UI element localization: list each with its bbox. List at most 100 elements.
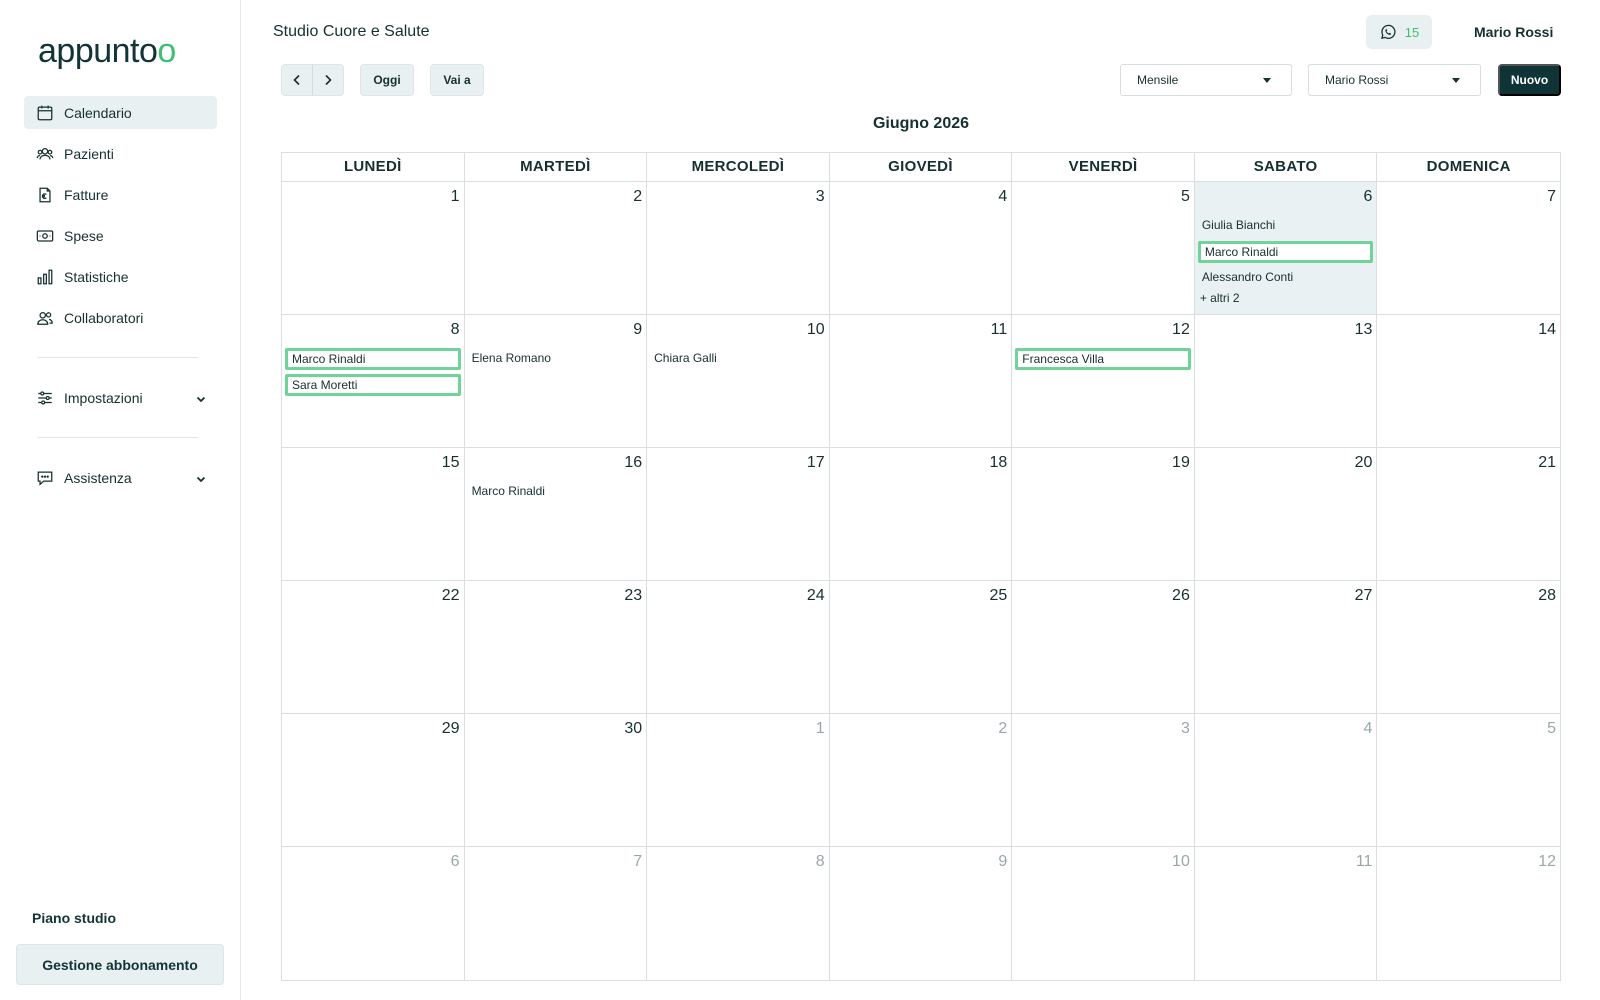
day-cell[interactable]: 13	[1194, 315, 1378, 448]
sidebar-item-spese[interactable]: Spese	[24, 219, 217, 252]
manage-subscription-button[interactable]: Gestione abbonamento	[16, 944, 224, 985]
day-number: 9	[998, 853, 1008, 870]
calendar-icon	[36, 104, 54, 122]
day-cell[interactable]: 8 Marco Rinaldi Sara Moretti	[282, 315, 465, 448]
sidebar-divider	[38, 437, 198, 438]
day-cell[interactable]: 10 Chiara Galli	[647, 315, 830, 448]
day-number: 25	[989, 587, 1008, 604]
day-cell[interactable]: 7	[1377, 182, 1560, 315]
chevron-right-icon	[321, 73, 335, 87]
day-cell[interactable]: 18	[829, 448, 1013, 581]
sidebar-item-statistiche[interactable]: Statistiche	[24, 260, 217, 293]
appointment-item[interactable]: Marco Rinaldi	[285, 348, 461, 370]
collaborators-icon	[36, 309, 54, 327]
day-cell[interactable]: 9	[830, 847, 1013, 980]
view-select[interactable]: Mensile	[1120, 64, 1292, 96]
day-cell[interactable]: 30	[464, 714, 648, 847]
current-user-name[interactable]: Mario Rossi	[1474, 24, 1553, 40]
day-cell[interactable]: 9 Elena Romano	[464, 315, 648, 448]
day-number: 24	[806, 587, 825, 604]
day-cell[interactable]: 3	[647, 182, 830, 315]
day-cell[interactable]: 26	[1012, 581, 1195, 714]
sidebar-item-collaboratori[interactable]: Collaboratori	[24, 301, 217, 334]
day-number: 2	[633, 188, 643, 205]
day-cell[interactable]: 10	[1012, 847, 1195, 980]
appointment-item[interactable]: Giulia Bianchi	[1198, 215, 1374, 237]
day-number: 12	[1538, 853, 1556, 870]
day-cell[interactable]: 4	[829, 182, 1013, 315]
day-cell[interactable]: 23	[464, 581, 648, 714]
day-cell[interactable]: 16 Marco Rinaldi	[464, 448, 648, 581]
appuntoo-logo[interactable]: appuntoo	[38, 32, 176, 71]
day-number: 21	[1538, 454, 1556, 471]
day-number: 12	[1172, 321, 1190, 338]
day-cell[interactable]: 7	[465, 847, 648, 980]
day-cell[interactable]: 17	[647, 448, 830, 581]
sidebar-item-assistenza[interactable]: Assistenza	[24, 461, 217, 494]
sidebar-item-impostazioni[interactable]: Impostazioni	[24, 381, 217, 414]
user-select-value: Mario Rossi	[1325, 73, 1389, 87]
invoice-icon	[36, 186, 54, 204]
previous-period-button[interactable]	[282, 65, 312, 95]
day-cell[interactable]: 22	[282, 581, 465, 714]
day-cell[interactable]: 3	[1012, 714, 1195, 847]
day-cell[interactable]: 28	[1377, 581, 1560, 714]
appointment-item[interactable]: Marco Rinaldi	[468, 481, 644, 503]
day-number: 1	[815, 720, 825, 737]
appointment-item[interactable]: Chiara Galli	[650, 348, 826, 370]
appointment-item[interactable]: Marco Rinaldi	[1197, 241, 1374, 263]
sidebar-item-label: Calendario	[64, 104, 132, 121]
user-select[interactable]: Mario Rossi	[1308, 64, 1481, 96]
appointment-item[interactable]: Elena Romano	[468, 348, 644, 370]
sidebar-item-label: Fatture	[64, 186, 109, 203]
day-cell[interactable]: 12	[1377, 847, 1560, 980]
day-cell[interactable]: 6 Giulia Bianchi Marco Rinaldi Alessandro C…	[1194, 182, 1378, 315]
day-cell[interactable]: 14	[1377, 315, 1560, 448]
day-cell[interactable]: 6	[282, 847, 465, 980]
new-appointment-button[interactable]: Nuovo	[1498, 64, 1561, 96]
day-cell[interactable]: 2	[829, 714, 1013, 847]
appointment-item[interactable]: Alessandro Conti	[1198, 267, 1374, 289]
day-cell[interactable]: 11	[1195, 847, 1378, 980]
day-number: 11	[990, 321, 1008, 338]
today-button[interactable]: Oggi	[360, 64, 414, 96]
day-number: 29	[441, 720, 460, 737]
day-cell[interactable]: 21	[1377, 448, 1560, 581]
appointment-item[interactable]: Sara Moretti	[285, 374, 461, 396]
day-cell[interactable]: 1	[282, 182, 465, 315]
day-cell[interactable]: 5	[1377, 714, 1560, 847]
day-cell[interactable]: 2	[464, 182, 648, 315]
day-cell[interactable]: 27	[1194, 581, 1378, 714]
more-appointments-link[interactable]: + altri 2	[1198, 291, 1374, 305]
day-cell[interactable]: 4	[1194, 714, 1378, 847]
day-cell[interactable]: 8	[647, 847, 830, 980]
day-number: 2	[998, 720, 1008, 737]
sidebar-item-pazienti[interactable]: Pazienti	[24, 137, 217, 170]
day-cell[interactable]: 11	[829, 315, 1013, 448]
weekday-header: VENERDÌ	[1012, 153, 1195, 181]
day-cell[interactable]: 12 Francesca Villa	[1012, 315, 1195, 448]
day-number: 8	[815, 853, 825, 870]
day-cell[interactable]: 24	[647, 581, 830, 714]
day-number: 6	[1363, 188, 1373, 205]
day-number: 27	[1354, 587, 1373, 604]
whatsapp-badge[interactable]: 15	[1366, 15, 1432, 49]
day-cell[interactable]: 19	[1012, 448, 1195, 581]
whatsapp-count: 15	[1404, 24, 1420, 40]
day-cell[interactable]: 1	[647, 714, 830, 847]
appointment-item[interactable]: Francesca Villa	[1015, 348, 1191, 370]
day-cell[interactable]: 20	[1194, 448, 1378, 581]
day-cell[interactable]: 5	[1012, 182, 1195, 315]
sidebar-item-fatture[interactable]: Fatture	[24, 178, 217, 211]
day-cell[interactable]: 25	[829, 581, 1013, 714]
caret-down-icon	[1263, 78, 1271, 83]
day-number: 14	[1538, 321, 1556, 338]
goto-button[interactable]: Vai a	[430, 64, 484, 96]
caret-down-icon	[1452, 78, 1460, 83]
day-cell[interactable]: 15	[282, 448, 465, 581]
plan-label: Piano studio	[32, 910, 116, 926]
day-number: 20	[1354, 454, 1373, 471]
sidebar-item-calendario[interactable]: Calendario	[24, 96, 217, 129]
next-period-button[interactable]	[312, 65, 343, 95]
day-cell[interactable]: 29	[282, 714, 465, 847]
